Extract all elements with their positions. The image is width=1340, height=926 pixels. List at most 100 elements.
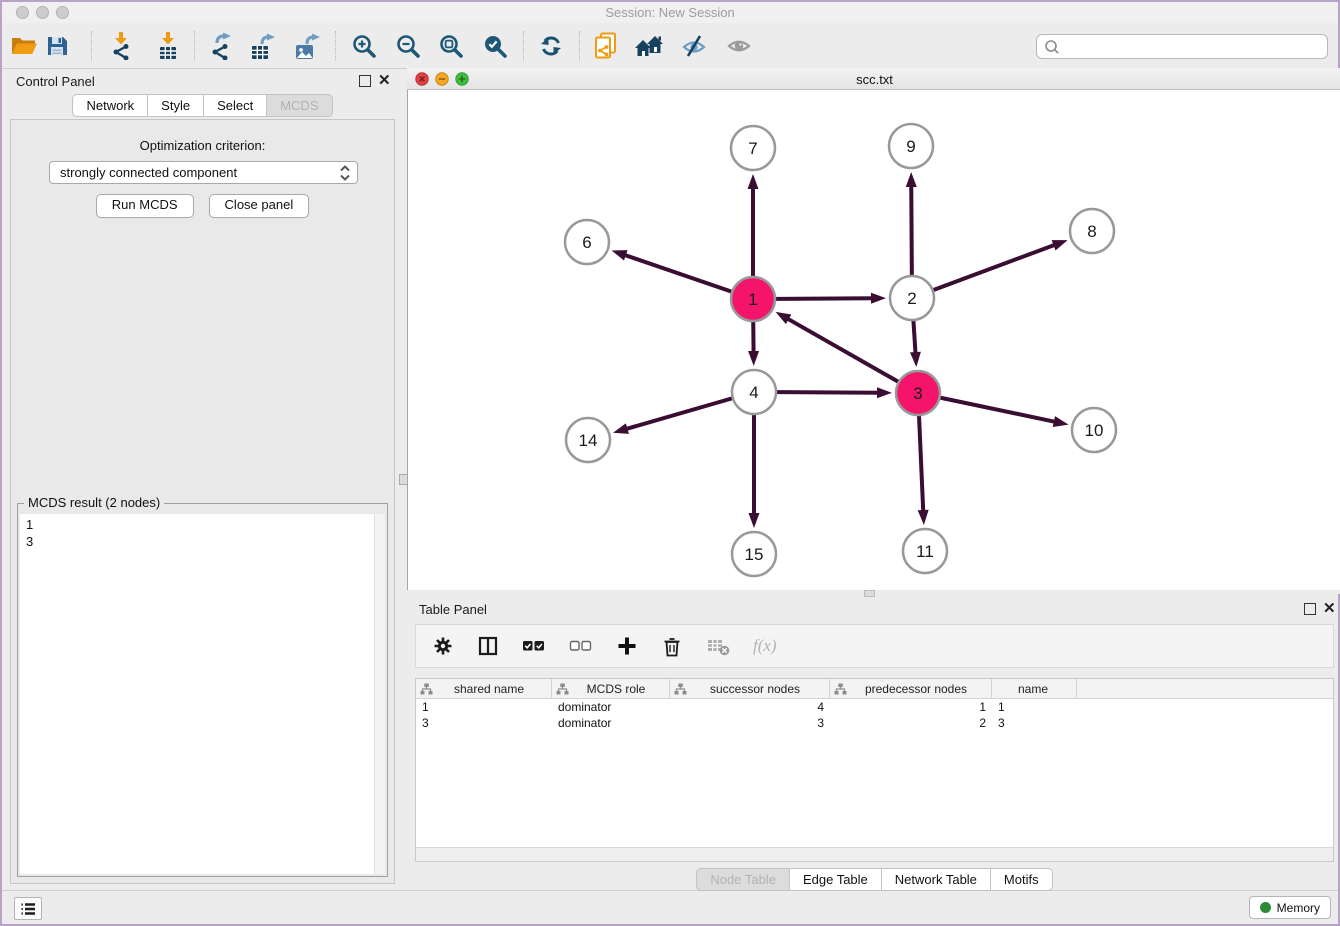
- import-network-icon: [108, 32, 134, 60]
- close-table-panel-button[interactable]: ✕: [1323, 603, 1335, 615]
- table-row[interactable]: 1dominator411: [416, 699, 1333, 715]
- export-table-button[interactable]: [247, 30, 279, 62]
- network-window-titlebar: scc.txt: [407, 68, 1340, 90]
- status-bar: Memory: [2, 890, 1338, 924]
- close-panel-button-mcds[interactable]: Close panel: [209, 194, 310, 218]
- table-body: 1dominator4113dominator323: [416, 699, 1333, 731]
- node-table: shared name MCDS role successor nodes pr…: [415, 678, 1334, 862]
- export-network-button[interactable]: [204, 30, 236, 62]
- clone-network-icon: [593, 32, 619, 60]
- table-header-row: shared name MCDS role successor nodes pr…: [416, 679, 1333, 699]
- table-row[interactable]: 3dominator323: [416, 715, 1333, 731]
- save-session-button[interactable]: [41, 30, 73, 62]
- show-panels-button[interactable]: [723, 30, 755, 62]
- edge-arrowhead: [613, 423, 629, 434]
- delete-column-button[interactable]: [661, 635, 683, 657]
- refresh-layout-button[interactable]: [535, 30, 567, 62]
- column-header-label: name: [996, 682, 1076, 696]
- graph-node-label: 10: [1085, 421, 1104, 440]
- graph-node-label: 8: [1087, 222, 1096, 241]
- graph-node-label: 1: [748, 290, 757, 309]
- mcds-result-area[interactable]: 1 3: [20, 514, 385, 874]
- mcds-result-box: MCDS result (2 nodes) 1 3: [17, 503, 388, 877]
- delete-table-button[interactable]: [706, 635, 730, 657]
- dropdown-stepper-icon: [337, 162, 353, 184]
- zoom-out-icon: [395, 33, 421, 59]
- table-settings-button[interactable]: [432, 635, 454, 657]
- table-cell[interactable]: 3: [992, 715, 1077, 731]
- table-horizontal-scrollbar[interactable]: [416, 847, 1333, 861]
- table-cell[interactable]: dominator: [552, 715, 670, 731]
- edge-arrowhead: [1053, 416, 1069, 427]
- edge-arrowhead: [776, 312, 792, 324]
- graph-node-label: 4: [749, 383, 758, 402]
- search-input[interactable]: [1061, 38, 1327, 55]
- float-panel-button[interactable]: [359, 75, 371, 87]
- table-cell[interactable]: 2: [830, 715, 992, 731]
- app-menu-button[interactable]: [14, 897, 42, 920]
- zoom-in-button[interactable]: [348, 30, 380, 62]
- network-canvas[interactable]: 7968124314101511: [407, 90, 1340, 590]
- table-cell[interactable]: 3: [670, 715, 830, 731]
- table-cell[interactable]: 1: [992, 699, 1077, 715]
- show-columns-button[interactable]: [477, 635, 499, 657]
- create-column-button[interactable]: [616, 635, 638, 657]
- hide-panels-button[interactable]: [678, 30, 710, 62]
- graph-node-label: 15: [745, 545, 764, 564]
- memory-button[interactable]: Memory: [1249, 896, 1331, 919]
- table-tab-network-table[interactable]: Network Table: [882, 868, 991, 891]
- column-namespace-icon: [420, 683, 433, 695]
- table-cell[interactable]: 1: [830, 699, 992, 715]
- zoom-selected-button[interactable]: [479, 30, 511, 62]
- import-network-button[interactable]: [105, 30, 137, 62]
- edge-arrowhead: [871, 293, 886, 304]
- network-window-title: scc.txt: [407, 72, 1340, 87]
- tab-mcds[interactable]: MCDS: [267, 94, 332, 117]
- clone-network-button[interactable]: [590, 30, 622, 62]
- graph-node-label: 9: [906, 137, 915, 156]
- run-mcds-button[interactable]: Run MCDS: [96, 194, 194, 218]
- edge-arrowhead: [877, 387, 892, 398]
- zoom-out-button[interactable]: [392, 30, 424, 62]
- select-all-columns-button[interactable]: [522, 635, 546, 657]
- graph-node-label: 2: [907, 289, 916, 308]
- deselect-all-columns-button[interactable]: [569, 635, 593, 657]
- table-cell[interactable]: 1: [416, 699, 552, 715]
- column-header-MCDS-role[interactable]: MCDS role: [552, 679, 670, 698]
- criterion-select[interactable]: strongly connected component: [49, 161, 358, 184]
- float-table-panel-button[interactable]: [1304, 603, 1316, 615]
- edge-arrowhead: [1052, 240, 1068, 250]
- toolbar-separator: [523, 31, 524, 61]
- function-builder-button[interactable]: f(x): [753, 636, 777, 656]
- table-cell[interactable]: 3: [416, 715, 552, 731]
- toolbar-separator: [579, 31, 580, 61]
- table-tab-node-table[interactable]: Node Table: [696, 868, 790, 891]
- zoom-fit-button[interactable]: [435, 30, 467, 62]
- column-header-name[interactable]: name: [992, 679, 1077, 698]
- open-session-button[interactable]: [8, 30, 40, 62]
- tab-network[interactable]: Network: [72, 94, 148, 117]
- control-panel-tabs: NetworkStyleSelectMCDS: [8, 94, 397, 117]
- home-button[interactable]: [634, 30, 666, 62]
- graph-node-label: 6: [582, 233, 591, 252]
- table-cell[interactable]: dominator: [552, 699, 670, 715]
- edge-arrowhead: [918, 510, 929, 525]
- import-table-button[interactable]: [152, 30, 184, 62]
- column-header-predecessor-nodes[interactable]: predecessor nodes: [830, 679, 992, 698]
- column-header-shared-name[interactable]: shared name: [416, 679, 552, 698]
- column-header-successor-nodes[interactable]: successor nodes: [670, 679, 830, 698]
- export-image-button[interactable]: [291, 30, 323, 62]
- table-cell[interactable]: 4: [670, 699, 830, 715]
- result-scrollbar[interactable]: [374, 514, 385, 874]
- list-icon: [20, 902, 36, 916]
- close-panel-button[interactable]: ✕: [378, 75, 390, 87]
- tab-select[interactable]: Select: [204, 94, 267, 117]
- table-tab-edge-table[interactable]: Edge Table: [790, 868, 882, 891]
- search-icon: [1043, 38, 1061, 56]
- tab-style[interactable]: Style: [148, 94, 204, 117]
- table-tab-motifs[interactable]: Motifs: [991, 868, 1053, 891]
- column-header-label: MCDS role: [569, 682, 669, 696]
- optimization-criterion-label: Optimization criterion:: [11, 138, 394, 153]
- edge-arrowhead: [612, 250, 628, 260]
- search-field[interactable]: [1036, 34, 1328, 59]
